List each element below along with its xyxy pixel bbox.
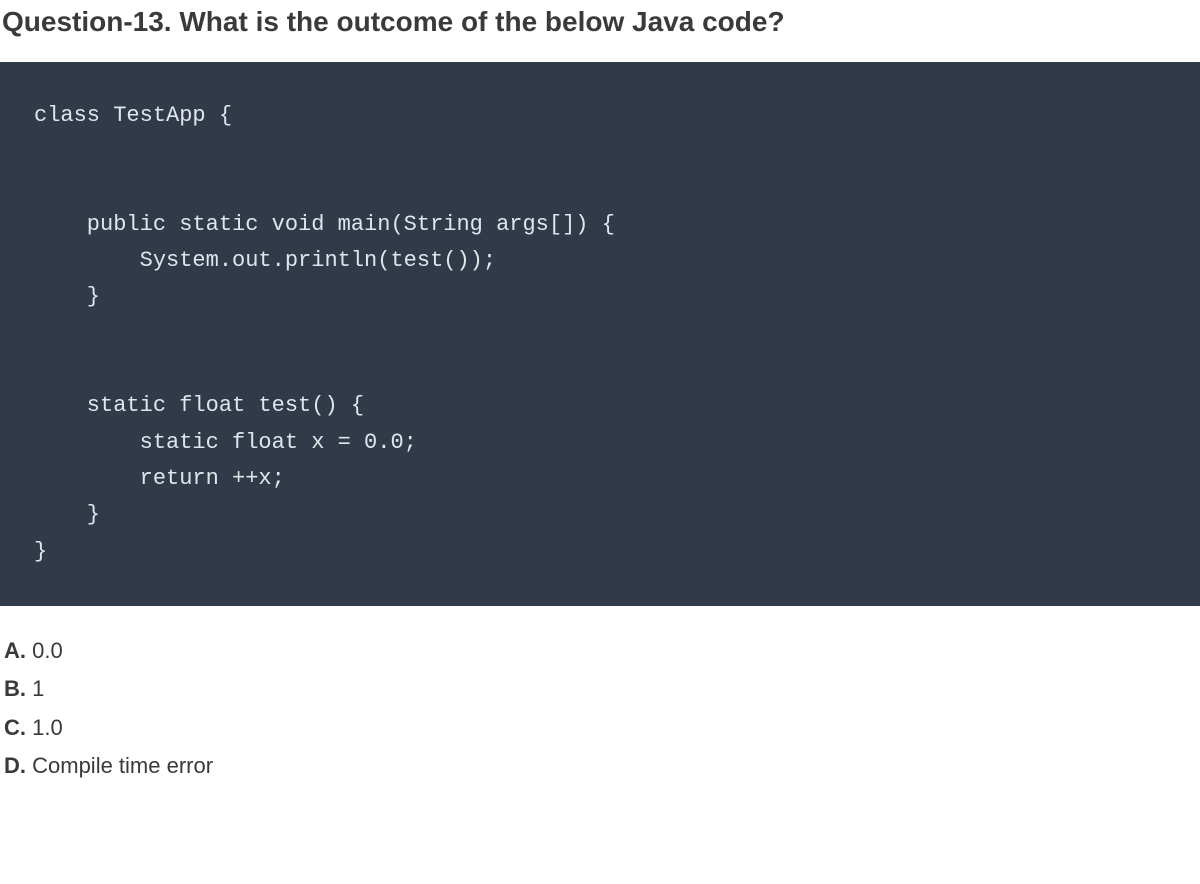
option-c[interactable]: C. 1.0 <box>4 709 1200 748</box>
answer-options: A. 0.0 B. 1 C. 1.0 D. Compile time error <box>0 632 1200 786</box>
option-d[interactable]: D. Compile time error <box>4 747 1200 786</box>
option-b[interactable]: B. 1 <box>4 670 1200 709</box>
option-a[interactable]: A. 0.0 <box>4 632 1200 671</box>
option-label: B. <box>4 676 26 701</box>
option-label: C. <box>4 715 26 740</box>
code-block: class TestApp { public static void main(… <box>0 62 1200 606</box>
question-title: Question-13. What is the outcome of the … <box>0 0 1200 62</box>
option-text: 1 <box>32 676 44 701</box>
option-text: Compile time error <box>32 753 213 778</box>
option-label: A. <box>4 638 26 663</box>
option-label: D. <box>4 753 26 778</box>
option-text: 0.0 <box>32 638 63 663</box>
option-text: 1.0 <box>32 715 63 740</box>
